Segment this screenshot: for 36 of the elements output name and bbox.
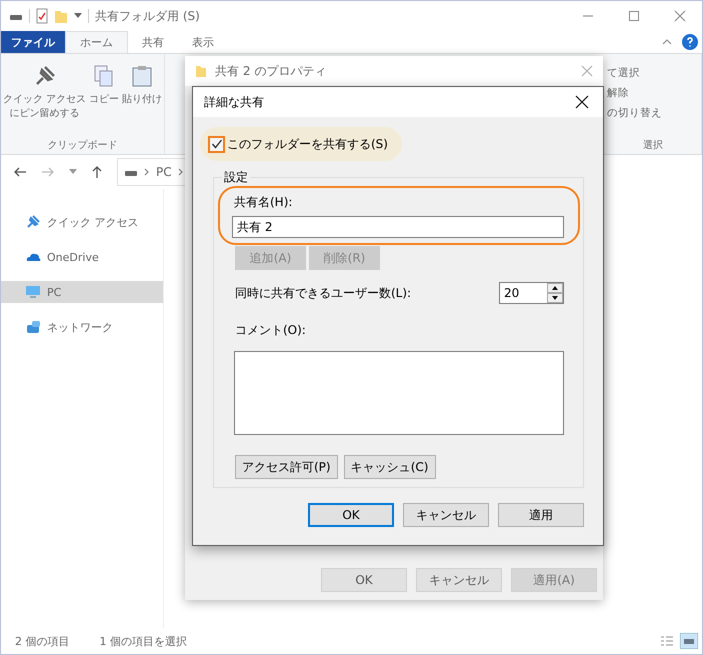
ribbon-tab[interactable]: ファイル <box>1 31 65 53</box>
status-text: 1 個の項目を選択 <box>100 634 187 648</box>
ribbon-tab[interactable]: 表示 <box>178 31 228 53</box>
dialog-button[interactable]: 適用 <box>498 503 584 527</box>
dialog-title: 詳細な共有 <box>204 94 264 110</box>
nav-item[interactable]: ネットワーク <box>1 316 163 338</box>
group-label: 設定 <box>222 169 250 186</box>
ribbon-command[interactable]: 貼り付け <box>122 58 162 138</box>
dialog-button[interactable]: キャンセル <box>416 568 502 592</box>
dialog-button[interactable]: OK <box>321 568 407 592</box>
dialog-button[interactable]: アクセス許可(P) <box>235 455 338 479</box>
group-label: クリップボード <box>46 138 119 152</box>
ribbon-tab[interactable]: ホーム <box>65 31 128 53</box>
input-field[interactable]: 共有 2 <box>232 216 564 238</box>
ribbon-command[interactable]: 解除 <box>607 86 699 100</box>
window-title: 共有フォルダ用 (S) <box>95 8 200 24</box>
nav-item[interactable]: PC <box>1 281 163 303</box>
ribbon-command[interactable]: クイック アクセス にピン留めする <box>3 58 86 138</box>
dialog-button[interactable]: OK <box>308 503 394 527</box>
group-label: 選択 <box>642 139 664 152</box>
nav-item[interactable]: クイック アクセス <box>1 211 163 233</box>
checkbox-label: このフォルダーを共有する(S) <box>227 136 388 152</box>
ribbon-command[interactable]: の切り替え <box>607 106 699 120</box>
field-label: 共有名(H): <box>234 194 294 211</box>
dialog-button[interactable]: キャッシュ(C) <box>344 455 436 479</box>
dialog-button[interactable]: キャンセル <box>403 503 489 527</box>
field-label: コメント(O): <box>235 322 307 339</box>
field-label: 同時に共有できるユーザー数(L): <box>235 284 412 302</box>
number-spinner[interactable]: 20 <box>499 282 564 304</box>
ribbon-command[interactable]: て選択 <box>607 66 699 80</box>
ribbon-command[interactable]: コピー <box>89 58 120 138</box>
address-segment[interactable]: PC <box>156 165 172 179</box>
dialog-title: 共有 2 のプロパティ <box>215 62 326 80</box>
ribbon-tab[interactable]: 共有 <box>128 31 178 53</box>
nav-item[interactable]: OneDrive <box>1 246 163 268</box>
status-text: 2 個の項目 <box>15 634 70 648</box>
